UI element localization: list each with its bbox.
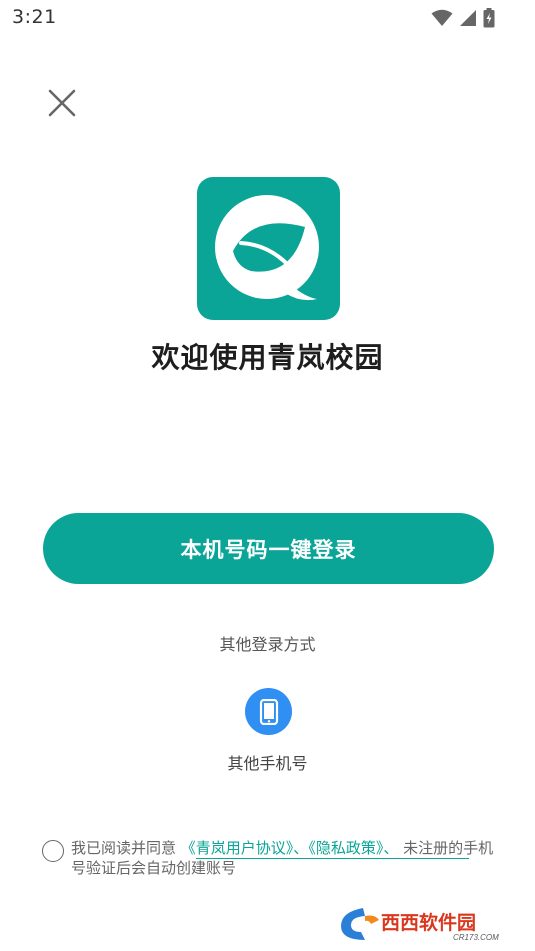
app-logo xyxy=(197,177,340,320)
phone-icon xyxy=(259,698,278,725)
agreement-separator-2: 、 xyxy=(383,839,399,857)
other-phone-login-button[interactable] xyxy=(245,688,292,735)
agreement-separator: 、 xyxy=(293,839,309,857)
user-agreement-link[interactable]: 《青岚用户协议》 xyxy=(181,839,294,857)
agreement-links-underline xyxy=(196,858,469,859)
close-icon xyxy=(48,89,76,117)
site-watermark: 西西软件园 CR173.COM xyxy=(335,904,520,944)
status-icons xyxy=(431,8,495,32)
watermark-brand: 西西软件园 xyxy=(381,911,476,934)
signal-icon xyxy=(459,9,477,31)
other-phone-label: 其他手机号 xyxy=(227,754,308,773)
other-login-methods-label: 其他登录方式 xyxy=(219,635,316,654)
one-click-login-label: 本机号码一键登录 xyxy=(180,537,357,562)
battery-icon xyxy=(483,8,495,32)
agreement-checkbox[interactable] xyxy=(42,840,64,862)
one-click-login-button[interactable]: 本机号码一键登录 xyxy=(43,513,494,584)
close-button[interactable] xyxy=(44,85,80,121)
status-bar: 3:21 xyxy=(0,0,535,36)
privacy-policy-link[interactable]: 《隐私政策》 xyxy=(308,839,383,857)
status-time: 3:21 xyxy=(12,6,57,28)
agreement-prefix: 我已阅读并同意 xyxy=(71,839,181,857)
leaf-q-logo-icon xyxy=(215,195,319,301)
watermark-url: CR173.COM xyxy=(453,933,499,942)
wifi-icon xyxy=(431,9,453,31)
welcome-title: 欢迎使用青岚校园 xyxy=(151,341,384,374)
